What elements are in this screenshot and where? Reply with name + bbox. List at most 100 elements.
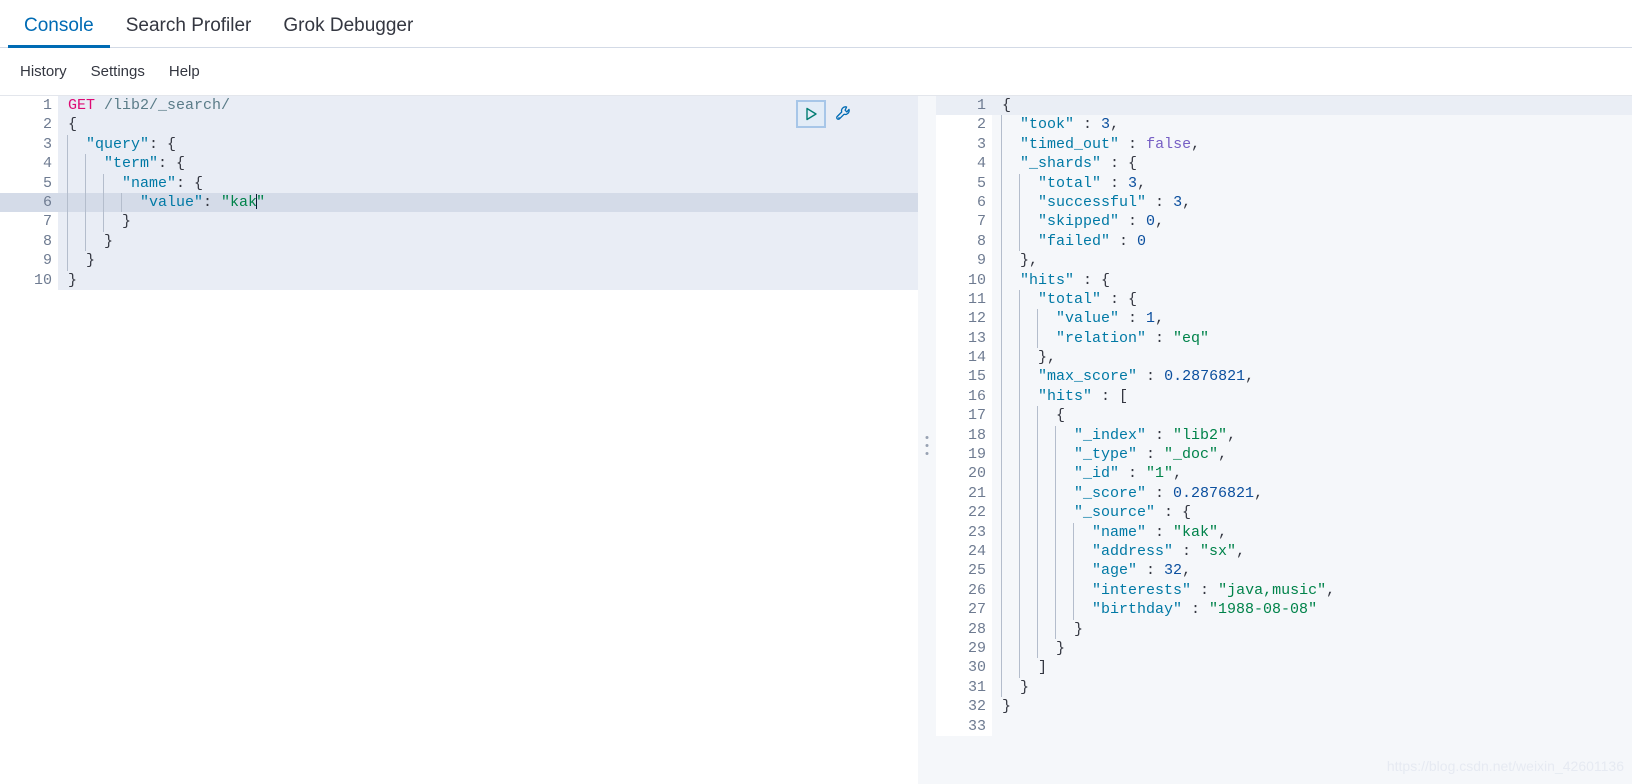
code-text: { bbox=[992, 96, 1632, 116]
indent-guide bbox=[1037, 561, 1039, 581]
indent-guide bbox=[1037, 425, 1039, 446]
code-text: "value" : 1, bbox=[992, 309, 1632, 329]
code-line: 30 ] bbox=[936, 658, 1632, 678]
line-number: 11 bbox=[936, 289, 1001, 310]
line-number: 15 bbox=[936, 367, 992, 387]
code-text: "total" : 3, bbox=[992, 173, 1632, 193]
indent-guide bbox=[1019, 561, 1021, 581]
code-line: 25 "age" : 32, bbox=[936, 561, 1632, 581]
line-number: 2 bbox=[936, 115, 992, 135]
indent-guide bbox=[1037, 522, 1039, 542]
indent-guide bbox=[1019, 541, 1021, 562]
code-text: "timed_out" : false, bbox=[992, 134, 1632, 155]
indent-guide bbox=[121, 192, 123, 213]
indent-guide bbox=[103, 212, 105, 232]
indent-guide bbox=[67, 212, 69, 232]
code-line: 9 } bbox=[0, 251, 918, 271]
sub-nav-settings[interactable]: Settings bbox=[83, 59, 153, 84]
indent-guide bbox=[1073, 580, 1075, 601]
console-response-viewer[interactable]: 1{2 "took" : 3, 3 "timed_out" : false, 4 "… bbox=[936, 96, 1632, 784]
indent-guide bbox=[1001, 289, 1003, 310]
code-text: }, bbox=[992, 348, 1632, 368]
code-line: 6 "successful" : 3, bbox=[936, 192, 1632, 213]
code-line: 17 { bbox=[936, 406, 1632, 426]
resize-grip-icon bbox=[925, 436, 929, 455]
indent-guide bbox=[1019, 289, 1021, 310]
sub-nav-help[interactable]: Help bbox=[161, 59, 208, 84]
code-line: 2 "took" : 3, bbox=[936, 115, 1632, 135]
code-line: 1{ bbox=[936, 96, 1632, 116]
indent-guide bbox=[1019, 173, 1021, 193]
indent-guide bbox=[1001, 464, 1003, 484]
code-line: 10 "hits" : { bbox=[936, 270, 1632, 290]
tab-grok-debugger[interactable]: Grok Debugger bbox=[267, 16, 429, 47]
indent-guide bbox=[1037, 464, 1039, 484]
tab-console[interactable]: Console bbox=[8, 15, 110, 48]
code-text: } bbox=[58, 231, 918, 252]
code-text: "took" : 3, bbox=[992, 115, 1632, 135]
tab-console-label: Console bbox=[24, 15, 94, 36]
code-text: "value": "kak" bbox=[58, 192, 918, 213]
line-number: 1 bbox=[936, 96, 1001, 116]
indent-guide bbox=[1019, 425, 1021, 446]
line-number: 8 bbox=[0, 231, 67, 252]
code-line: 18 "_index" : "lib2", bbox=[936, 425, 1632, 446]
indent-guide bbox=[1019, 464, 1021, 484]
line-number: 7 bbox=[936, 212, 992, 232]
indent-guide bbox=[1001, 270, 1003, 290]
code-text: GET /lib2/_search/ bbox=[58, 96, 918, 116]
pane-resize-handle[interactable] bbox=[918, 96, 936, 784]
code-line: 12 "value" : 1, bbox=[936, 309, 1632, 329]
indent-guide bbox=[1055, 561, 1057, 581]
send-request-button[interactable] bbox=[796, 100, 826, 128]
code-text: { bbox=[992, 406, 1632, 426]
code-text: "interests" : "java,music", bbox=[992, 580, 1632, 601]
line-number: 14 bbox=[936, 348, 1001, 368]
line-number: 5 bbox=[0, 173, 67, 193]
indent-guide bbox=[1055, 580, 1057, 601]
code-line: 4 "term": { bbox=[0, 154, 918, 174]
code-text: "total" : { bbox=[992, 289, 1632, 310]
code-text: "_type" : "_doc", bbox=[992, 445, 1632, 465]
code-text: ] bbox=[992, 658, 1632, 678]
line-number: 25 bbox=[936, 561, 992, 581]
code-text: "skipped" : 0, bbox=[992, 212, 1632, 232]
indent-guide bbox=[1019, 386, 1021, 407]
response-pane: 1{2 "took" : 3, 3 "timed_out" : false, 4 "… bbox=[936, 96, 1632, 784]
line-number: 4 bbox=[0, 154, 67, 174]
indent-guide bbox=[1001, 541, 1003, 562]
indent-guide bbox=[1001, 600, 1003, 620]
line-number: 2 bbox=[0, 115, 67, 135]
tab-search-profiler[interactable]: Search Profiler bbox=[110, 16, 268, 47]
code-line: 7 "skipped" : 0, bbox=[936, 212, 1632, 232]
indent-guide bbox=[67, 173, 69, 193]
indent-guide bbox=[1001, 406, 1003, 426]
sub-nav-history[interactable]: History bbox=[12, 59, 75, 84]
line-number: 7 bbox=[0, 212, 67, 232]
line-number: 26 bbox=[936, 580, 992, 601]
console-sub-nav: History Settings Help bbox=[0, 48, 1632, 96]
indent-guide bbox=[1055, 464, 1057, 484]
code-line: 8 "failed" : 0 bbox=[936, 231, 1632, 252]
code-line: 6 "value": "kak" bbox=[0, 192, 918, 213]
indent-guide bbox=[1001, 309, 1003, 329]
code-line: 29 } bbox=[936, 638, 1632, 659]
indent-guide bbox=[1037, 445, 1039, 465]
indent-guide bbox=[1001, 328, 1003, 349]
indent-guide bbox=[67, 231, 69, 252]
indent-guide bbox=[1001, 231, 1003, 252]
console-request-editor[interactable]: 1 GET /lib2/_search/2{3 "query": {4 "term… bbox=[0, 96, 918, 784]
indent-guide bbox=[1019, 231, 1021, 252]
code-text: "_score" : 0.2876821, bbox=[992, 483, 1632, 504]
line-number: 8 bbox=[936, 231, 992, 252]
indent-guide bbox=[1001, 522, 1003, 542]
code-line: 15 "max_score" : 0.2876821, bbox=[936, 367, 1632, 387]
indent-guide bbox=[1001, 154, 1003, 174]
open-docs-button[interactable] bbox=[832, 102, 856, 126]
indent-guide bbox=[85, 173, 87, 193]
code-line: 3 "timed_out" : false, bbox=[936, 134, 1632, 155]
indent-guide bbox=[1055, 541, 1057, 562]
code-text: "relation" : "eq" bbox=[992, 328, 1632, 349]
indent-guide bbox=[1019, 619, 1021, 639]
indent-guide bbox=[1037, 619, 1039, 639]
